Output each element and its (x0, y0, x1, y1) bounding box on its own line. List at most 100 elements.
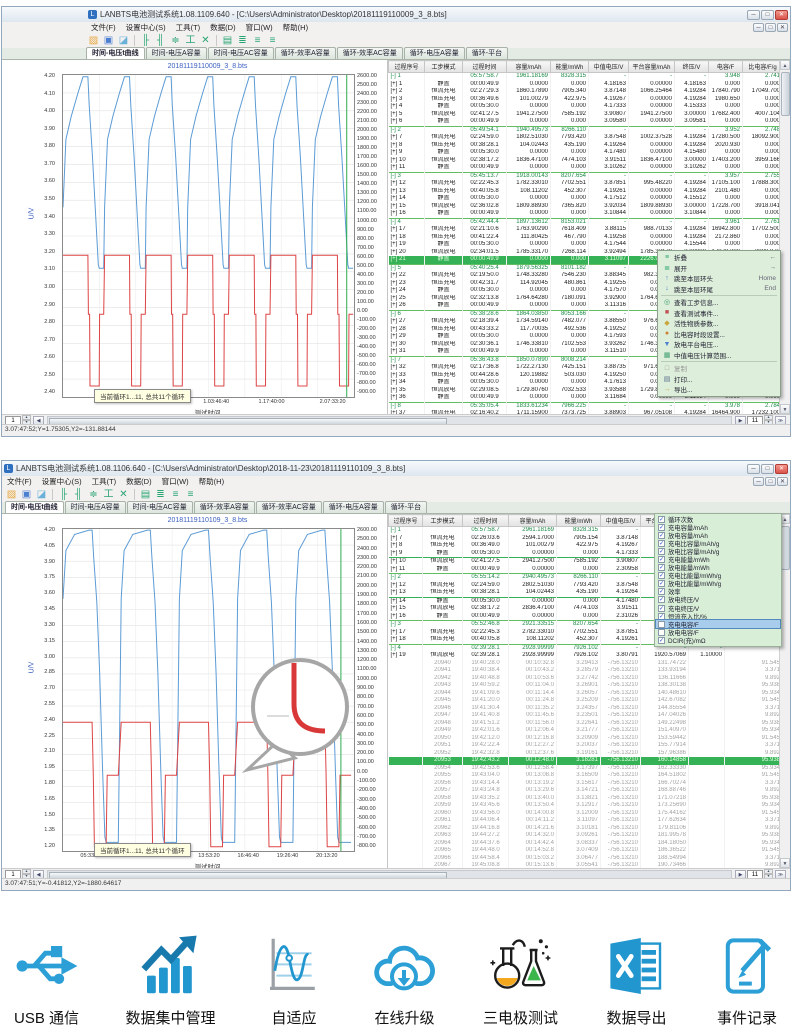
tab-1[interactable]: 时间-电压t曲线 (5, 501, 64, 513)
menu-item-6[interactable]: 帮助(H) (278, 22, 313, 33)
table-row[interactable]: [+] 17恒流充电02:21:10.61763.902907618.4093.… (389, 226, 783, 234)
scroll-down-icon[interactable]: ▼ (780, 858, 790, 868)
context-menu-item[interactable]: ◆活性物质参数... (659, 318, 779, 329)
table-row[interactable]: [+] 13恒压充电00:40:05.8108.11202452.3074.19… (389, 188, 783, 196)
maximize-button[interactable]: □ (761, 464, 774, 474)
save-icon[interactable]: ▣ (102, 34, 115, 47)
minimize-button[interactable]: ─ (747, 464, 760, 474)
context-menu-item[interactable]: ▼放电平台电压... (659, 339, 779, 350)
mdi-close-button[interactable]: ✕ (777, 477, 788, 486)
table-row[interactable]: [+] 1静置00:00:49.90.00000.0004.181630.000… (389, 81, 783, 89)
table-row[interactable]: 2095019:42:12.000:12:16.83.20909-756.132… (389, 735, 783, 743)
table-row[interactable]: [+] 11静置00:00:49.90.00000.0003.102620.00… (389, 164, 783, 172)
grid-view-icon[interactable]: ▤ (139, 488, 152, 501)
table-row[interactable]: [+] 9静置00:05:30.00.00000.0004.174800.000… (389, 149, 783, 157)
checkbox-icon[interactable]: ✓ (658, 637, 665, 644)
checkbox-icon[interactable]: ✓ (658, 556, 665, 563)
menu-item-5[interactable]: 窗口(W) (157, 476, 194, 487)
table-row[interactable]: 2094319:40:59.200:11:04.03.26901-756.132… (389, 682, 783, 690)
column-header-6[interactable]: 中值电压/V (589, 61, 629, 73)
table-row[interactable]: 2094919:42:01.600:12:06.43.21777-756.132… (389, 727, 783, 735)
column-header-9[interactable]: 电容/F (709, 61, 743, 73)
table-row[interactable]: [+] 12恒流充电02:22:45.31782.330107702.5513.… (389, 180, 783, 188)
column-header-8[interactable]: 终压/V (675, 61, 709, 73)
table-row[interactable]: 2095619:43:14.400:13:19.23.15617-756.132… (389, 780, 783, 788)
context-menu-item[interactable]: ↑跳至本层环头Home (659, 273, 779, 284)
list-view-icon[interactable]: ≣ (154, 488, 167, 501)
marker-left-icon[interactable]: ╟ (57, 488, 70, 501)
column-header-5[interactable]: 能量/mWh (557, 515, 601, 527)
table-row[interactable]: 2095819:43:35.200:13:40.03.13821-756.132… (389, 795, 783, 803)
tab-7[interactable]: 循环-平台 (385, 501, 427, 513)
column-header-3[interactable]: 过程时间 (463, 515, 509, 527)
grid-view-icon[interactable]: ▤ (221, 34, 234, 47)
minimize-button[interactable]: ─ (747, 10, 760, 20)
list-view-icon[interactable]: ≣ (236, 34, 249, 47)
table-row[interactable]: [+] 15恒流放电02:36:02.81809.889307365.8203.… (389, 203, 783, 211)
open-file-icon[interactable]: ▨ (5, 488, 18, 501)
table-row[interactable]: [+] 2恒流充电02:27:29.31860.178907905.3403.8… (389, 88, 783, 96)
table-row[interactable]: [-] 205:49:54.11940.495738266.110---3.95… (389, 126, 783, 134)
menu-item-5[interactable]: 窗口(W) (241, 22, 278, 33)
table-row[interactable]: [+] 19静置00:05:30.00.00000.0004.175440.00… (389, 241, 783, 249)
table-row[interactable]: 2095119:42:22.400:12:27.23.20037-756.132… (389, 742, 783, 750)
close-button[interactable]: ✕ (775, 10, 788, 20)
context-menu-item[interactable]: □复制 (659, 363, 779, 374)
table-row[interactable]: 2095919:43:45.600:13:50.43.12917-756.132… (389, 802, 783, 810)
columns-view-icon[interactable]: ≡ (266, 34, 279, 47)
rows-view-icon[interactable]: ≡ (169, 488, 182, 501)
mdi-minimize-button[interactable]: ─ (753, 477, 764, 486)
tab-4[interactable]: 循环-效率A容量 (194, 501, 255, 513)
fit-tool-icon[interactable]: 工 (184, 34, 197, 47)
column-header-6[interactable]: 中值电压/V (601, 515, 641, 527)
context-menu-item[interactable]: ≣展开→ (659, 263, 779, 274)
table-row[interactable]: 2095319:42:43.200:12:48.03.18281-756.132… (389, 757, 783, 765)
table-row[interactable]: 2094619:41:30.400:11:35.23.24357-756.132… (389, 705, 783, 713)
table-row[interactable]: 2095219:42:32.800:12:37.63.19161-756.132… (389, 750, 783, 758)
checkbox-icon[interactable]: ✓ (658, 580, 665, 587)
checkbox-icon[interactable]: ✓ (658, 524, 665, 531)
tab-3[interactable]: 时间-电压AC容量 (127, 501, 193, 513)
checkbox-icon[interactable]: ✓ (658, 564, 665, 571)
tab-6[interactable]: 循环-电压A容量 (404, 47, 465, 59)
table-row[interactable]: 2094519:41:20.000:11:24.83.25209-756.132… (389, 697, 783, 705)
table-row[interactable]: 2096419:44:37.600:14:42.43.08337-756.132… (389, 840, 783, 848)
scroll-thumb[interactable] (781, 526, 790, 570)
checkbox-icon[interactable]: ✓ (658, 588, 665, 595)
column-header-5[interactable]: 能量/mWh (551, 61, 589, 73)
menu-item-1[interactable]: 文件(F) (86, 22, 121, 33)
table-row[interactable]: [+] 5恒流放电02:41:27.51941.275007585.1923.9… (389, 111, 783, 119)
column-header-10[interactable]: 比电容/F/g (743, 61, 783, 73)
menu-item-2[interactable]: 设置中心(S) (121, 22, 171, 33)
table-row[interactable]: 2096219:44:16.800:14:21.63.10181-756.132… (389, 825, 783, 833)
column-header-4[interactable]: 容量/mAh (507, 61, 551, 73)
table-row[interactable]: 2094819:41:51.200:11:56.03.22641-756.132… (389, 720, 783, 728)
menu-item-6[interactable]: 帮助(H) (194, 476, 229, 487)
marker-right-icon[interactable]: ╢ (154, 34, 167, 47)
tab-2[interactable]: 时间-电压A容量 (65, 501, 126, 513)
close-curve-icon[interactable]: ✕ (117, 488, 130, 501)
checkbox-icon[interactable]: ✓ (658, 540, 665, 547)
table-row[interactable]: 2094419:41:09.600:11:14.43.26057-756.132… (389, 690, 783, 698)
zoom-tool-icon[interactable]: ≑ (87, 488, 100, 501)
checkbox-icon[interactable]: ✓ (658, 572, 665, 579)
table-row[interactable]: [-] 805:35:05.41833.612347966.225---3.97… (389, 402, 783, 410)
scroll-down-icon[interactable]: ▼ (780, 404, 790, 414)
context-menu-item[interactable]: ●比电容时段设置... (659, 329, 779, 340)
tab-5[interactable]: 循环-效率AC容量 (337, 47, 403, 59)
context-menu-item[interactable]: ↓跳至本层环尾End (659, 284, 779, 295)
table-row[interactable]: [+] 3恒压充电00:36:49.6101.00279422.9754.192… (389, 96, 783, 104)
context-menu-item[interactable]: ◎查看工步信息... (659, 297, 779, 308)
menu-item-4[interactable]: 数据(D) (121, 476, 156, 487)
save-as-icon[interactable]: ◪ (35, 488, 48, 501)
table-row[interactable]: 2096519:44:48.000:14:52.83.07409-756.132… (389, 847, 783, 855)
table-row[interactable]: 2095519:43:04.000:13:08.83.16509-756.132… (389, 772, 783, 780)
open-file-icon[interactable]: ▨ (87, 34, 100, 47)
mdi-restore-button[interactable]: □ (765, 23, 776, 32)
save-as-icon[interactable]: ◪ (117, 34, 130, 47)
tab-6[interactable]: 循环-电压A容量 (323, 501, 384, 513)
checkbox-icon[interactable]: ✓ (658, 548, 665, 555)
table-row[interactable]: [+] 10恒流放电02:38:17.21836.471007474.1033.… (389, 157, 783, 165)
table-row[interactable]: [+] 8恒压充电00:38:28.1104.02443435.1904.192… (389, 142, 783, 150)
mdi-restore-button[interactable]: □ (765, 477, 776, 486)
